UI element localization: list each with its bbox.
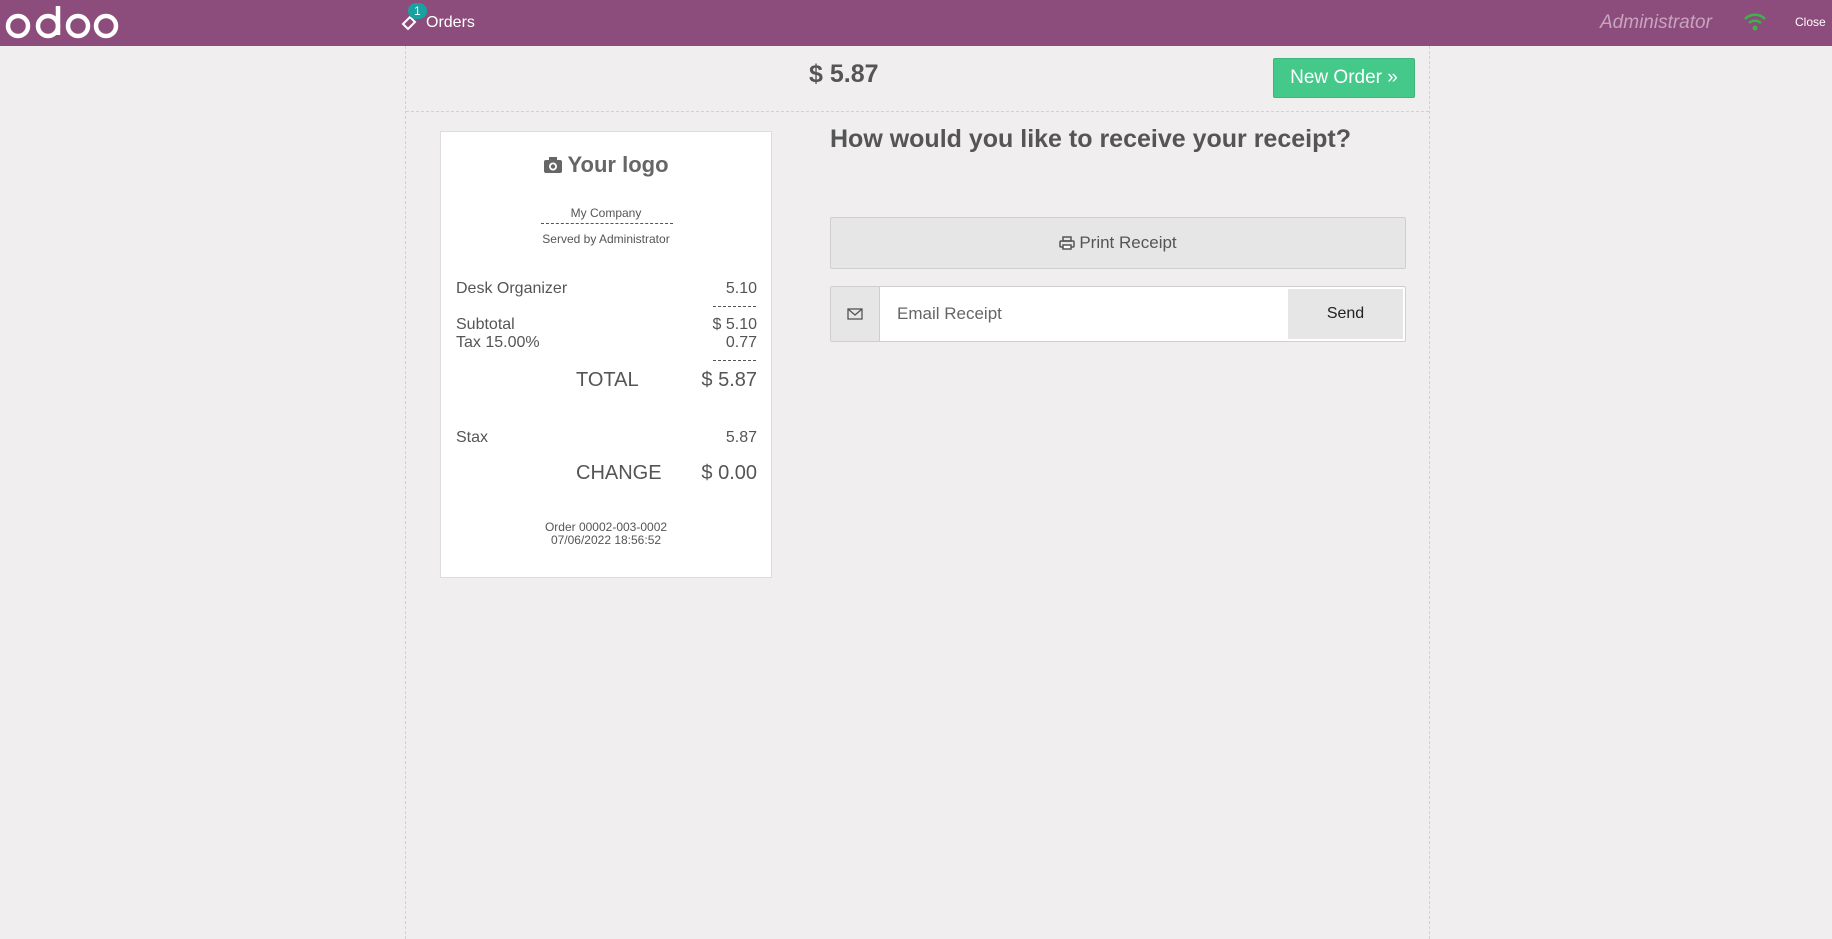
receipt-preview: Your logo My Company Served by Administr… (440, 131, 772, 578)
receipt-footer: Order 00002-003-0002 07/06/2022 18:56:52 (441, 521, 771, 547)
receipt-line-product: Desk Organizer (456, 280, 568, 297)
order-datetime: 07/06/2022 18:56:52 (550, 533, 662, 547)
order-total-amount: $ 5.87 (809, 60, 879, 88)
receipt-payment: Stax 5.87 (456, 429, 757, 447)
new-order-button[interactable]: New Order » (1273, 58, 1415, 98)
subtotal-label: Subtotal (456, 316, 515, 333)
camera-icon (544, 157, 563, 173)
envelope-icon (847, 308, 863, 320)
top-navbar: 1 Orders Administrator Close (0, 0, 1832, 46)
receipt-company-name: My Company (570, 206, 642, 220)
receipt-line: Desk Organizer 5.10 (456, 280, 757, 298)
tax-label: Tax 15.00% (456, 334, 540, 351)
payment-amount: 5.87 (725, 429, 757, 446)
email-addon (831, 287, 880, 341)
receipt-tax: Tax 15.00% 0.77 (456, 334, 757, 352)
wifi-icon (1744, 13, 1766, 31)
payment-method: Stax (456, 429, 489, 446)
email-receipt-group: Send (830, 286, 1406, 342)
orders-count-badge: 1 (408, 3, 427, 19)
odoo-logo (5, 6, 119, 39)
subtotal-value: $ 5.10 (712, 316, 757, 333)
change-value: $ 0.00 (701, 462, 757, 484)
divider (541, 223, 673, 224)
receipt-logo: Your logo (441, 152, 771, 178)
send-email-button[interactable]: Send (1288, 289, 1403, 339)
receipt-served-by: Served by Administrator (542, 232, 670, 246)
email-receipt-input[interactable] (881, 287, 1286, 341)
ticket-icon: 1 (400, 3, 427, 32)
receipt-line-price: 5.10 (725, 280, 757, 297)
print-receipt-button[interactable]: Print Receipt (830, 217, 1406, 269)
tax-value: 0.77 (725, 334, 757, 351)
total-value: $ 5.87 (701, 369, 757, 391)
total-label: TOTAL (576, 369, 639, 391)
divider (713, 360, 756, 361)
orders-button[interactable]: 1 Orders (400, 0, 475, 46)
change-label: CHANGE (576, 462, 662, 484)
printer-icon (1059, 236, 1076, 250)
receipt-question: How would you like to receive your recei… (830, 125, 1351, 153)
close-button[interactable]: Close (1795, 15, 1826, 29)
divider (713, 306, 756, 307)
receipt-change: CHANGE $ 0.00 (456, 462, 757, 485)
receipt-screen-header: $ 5.87 New Order » (406, 46, 1429, 112)
receipt-screen: $ 5.87 New Order » Your logo My Company … (405, 46, 1430, 939)
receipt-subtotal: Subtotal $ 5.10 (456, 316, 757, 334)
receipt-logo-text: Your logo (567, 152, 669, 177)
print-receipt-label: Print Receipt (1079, 233, 1177, 252)
user-name[interactable]: Administrator (1600, 12, 1712, 34)
orders-label: Orders (426, 14, 475, 31)
receipt-total: TOTAL $ 5.87 (456, 369, 757, 392)
